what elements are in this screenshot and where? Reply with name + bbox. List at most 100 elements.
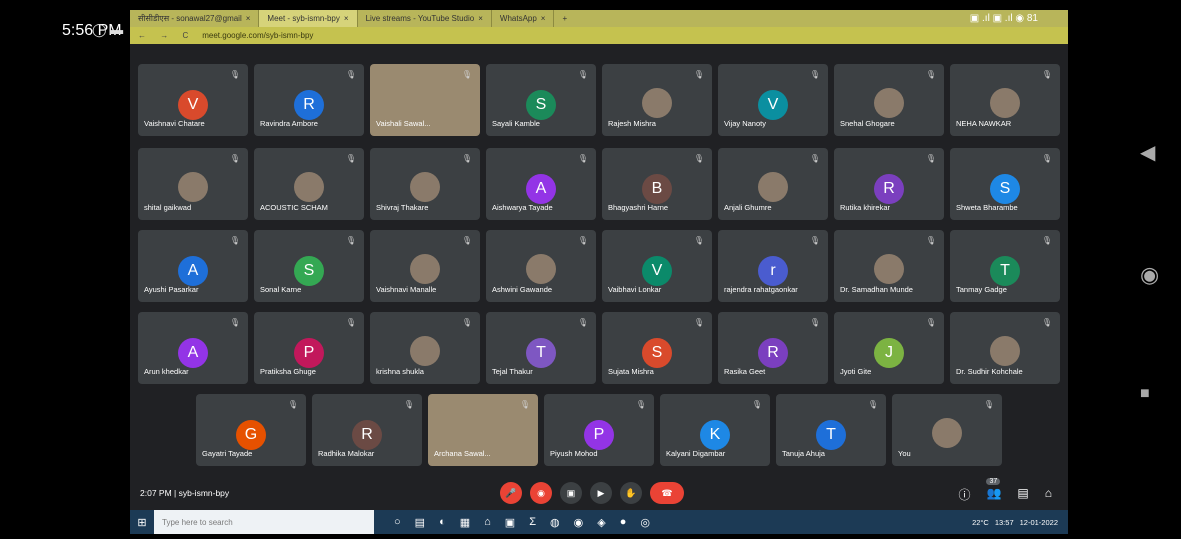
mic-off-icon: 🎙 — [983, 400, 994, 409]
participant-tile[interactable]: 🎙 A Aishwarya Tayade — [486, 148, 596, 220]
mic-off-icon: 🎙 — [461, 236, 472, 245]
mic-off-icon: 🎙 — [345, 154, 356, 163]
raise-hand-button[interactable]: ✋ — [620, 482, 642, 504]
captions-button[interactable]: ▣ — [560, 482, 582, 504]
participant-tile[interactable]: 🎙 Anjali Ghumre — [718, 148, 828, 220]
participant-tile[interactable]: 🎙 T Tanuja Ahuja — [776, 394, 886, 466]
taskbar-app-icon[interactable]: ◎ — [640, 516, 650, 529]
mic-off-icon: 🎙 — [403, 400, 414, 409]
taskbar-app-icon[interactable]: ◍ — [550, 516, 560, 529]
participant-tile[interactable]: 🎙 S Sayali Kamble — [486, 64, 596, 136]
participant-tile[interactable]: 🎙 R Radhika Malokar — [312, 394, 422, 466]
participant-tile[interactable]: 🎙 shital gaikwad — [138, 148, 248, 220]
participant-tile[interactable]: 🎙 Vaishnavi Manalle — [370, 230, 480, 302]
participant-tile[interactable]: 🎙 T Tejal Thakur — [486, 312, 596, 384]
participant-tile[interactable]: 🎙 Vaishali Sawal... — [370, 64, 480, 136]
participant-tile[interactable]: 🎙 r rajendra rahatgaonkar — [718, 230, 828, 302]
participant-tile[interactable]: 🎙 NEHA NAWKAR — [950, 64, 1060, 136]
participant-tile[interactable]: 🎙 R Rasika Geet — [718, 312, 828, 384]
close-icon[interactable]: × — [541, 14, 546, 23]
participant-tile[interactable]: 🎙 ACOUSTIC SCHAM — [254, 148, 364, 220]
close-icon[interactable]: × — [246, 14, 251, 23]
android-status-right: ▣ .ıl ▣ .ıl ◉ 81 — [969, 13, 1038, 24]
taskbar-app-icon[interactable]: ⌂ — [484, 516, 491, 529]
participant-name: Ashwini Gawande — [492, 285, 553, 294]
participant-name: Piyush Mohod — [550, 449, 598, 458]
browser-tab[interactable]: Live streams - YouTube Studio × — [358, 10, 492, 27]
participant-tile[interactable]: 🎙 Dr. Sudhir Kohchale — [950, 312, 1060, 384]
browser-nav-buttons[interactable]: ← → C — [130, 31, 202, 40]
android-back-icon[interactable]: ◀ — [1140, 140, 1155, 165]
android-recents-icon[interactable]: ■ — [1140, 385, 1150, 403]
participant-tile[interactable]: 🎙 Shivraj Thakare — [370, 148, 480, 220]
participant-tile[interactable]: 🎙 A Ayushi Pasarkar — [138, 230, 248, 302]
participant-tile[interactable]: 🎙 Snehal Ghogare — [834, 64, 944, 136]
mic-off-icon: 🎙 — [1041, 70, 1052, 79]
taskbar-app-icon[interactable]: ● — [620, 516, 627, 529]
participant-name: You — [898, 449, 911, 458]
info-icon[interactable]: ⓘ — [958, 486, 970, 503]
participant-name: Shivraj Thakare — [376, 203, 429, 212]
android-home-icon[interactable]: ◉ — [1140, 262, 1159, 288]
participant-tile[interactable]: 🎙 Rajesh Mishra — [602, 64, 712, 136]
end-call-button[interactable]: ☎ — [650, 482, 684, 504]
participant-tile[interactable]: 🎙 V Vijay Nanoty — [718, 64, 828, 136]
participant-tile[interactable]: 🎙 B Bhagyashri Harne — [602, 148, 712, 220]
browser-tab[interactable]: Meet - syb-ismn-bpy × — [259, 10, 358, 27]
people-icon[interactable]: 👥 — [986, 486, 1001, 503]
taskbar-app-icon[interactable]: ▤ — [415, 516, 425, 529]
close-icon[interactable]: × — [344, 14, 349, 23]
participant-tile[interactable]: 🎙 S Sujata Mishra — [602, 312, 712, 384]
browser-tab[interactable]: WhatsApp × — [492, 10, 555, 27]
taskbar-app-icon[interactable]: Σ — [529, 516, 536, 529]
participant-tile[interactable]: 🎙 P Piyush Mohod — [544, 394, 654, 466]
address-bar[interactable]: ← → C meet.google.com/syb-ismn-bpy — [130, 27, 1068, 44]
activities-icon[interactable]: ⌂ — [1045, 486, 1052, 503]
taskbar-app-icon[interactable]: ▦ — [460, 516, 470, 529]
participant-tile[interactable]: 🎙 krishna shukla — [370, 312, 480, 384]
participant-tile[interactable]: 🎙 S Sonal Karne — [254, 230, 364, 302]
participant-tile[interactable]: 🎙 Ashwini Gawande — [486, 230, 596, 302]
participant-tile[interactable]: 🎙 S Shweta Bharambe — [950, 148, 1060, 220]
participant-tile[interactable]: 🎙 V Vaishnavi Chatare — [138, 64, 248, 136]
taskbar-app-icon[interactable]: ▣ — [505, 516, 515, 529]
close-icon[interactable]: × — [478, 14, 483, 23]
participant-tile[interactable]: 🎙 T Tanmay Gadge — [950, 230, 1060, 302]
phone-status-icons: ◯ ▬ — [92, 22, 124, 37]
participant-tile[interactable]: 🎙 Archana Sawal... — [428, 394, 538, 466]
taskbar-app-icon[interactable]: ◐ — [439, 516, 446, 529]
mic-toggle-button[interactable]: 🎤 — [500, 482, 522, 504]
taskbar-app-icon[interactable]: ○ — [394, 516, 401, 529]
url-text[interactable]: meet.google.com/syb-ismn-bpy — [202, 31, 313, 40]
avatar-photo — [294, 172, 324, 202]
browser-tab[interactable]: सीसीडीएस - sonawal27@gmail × — [130, 10, 260, 27]
participant-tile[interactable]: 🎙 R Rutika khirekar — [834, 148, 944, 220]
participant-name: Rajesh Mishra — [608, 119, 656, 128]
start-button[interactable]: ⊞ — [130, 516, 154, 529]
participant-tile[interactable]: 🎙 V Vaibhavi Lonkar — [602, 230, 712, 302]
participant-tile[interactable]: 🎙 K Kalyani Digambar — [660, 394, 770, 466]
participant-tile[interactable]: 🎙 G Gayatri Tayade — [196, 394, 306, 466]
participant-name: Dr. Samadhan Munde — [840, 285, 913, 294]
participant-tile[interactable]: 🎙 You — [892, 394, 1002, 466]
participant-tile[interactable]: 🎙 Dr. Samadhan Munde — [834, 230, 944, 302]
camera-toggle-button[interactable]: ◉ — [530, 482, 552, 504]
new-tab-icon[interactable]: + — [554, 14, 575, 23]
taskbar-search[interactable]: Type here to search — [154, 510, 374, 534]
avatar: S — [526, 90, 556, 120]
participant-tile[interactable]: 🎙 A Arun khedkar — [138, 312, 248, 384]
participant-name: Gayatri Tayade — [202, 449, 253, 458]
taskbar-app-icon[interactable]: ◉ — [574, 516, 584, 529]
participant-tile[interactable]: 🎙 P Pratiksha Ghuge — [254, 312, 364, 384]
participant-tile[interactable]: 🎙 R Ravindra Ambore — [254, 64, 364, 136]
mic-off-icon: 🎙 — [577, 154, 588, 163]
avatar: T — [526, 338, 556, 368]
mic-off-icon: 🎙 — [287, 400, 298, 409]
taskbar-app-icon[interactable]: ◈ — [597, 516, 605, 529]
participant-name: Archana Sawal... — [434, 449, 491, 458]
clock-time: 13:57 — [994, 517, 1014, 527]
participant-tile[interactable]: 🎙 J Jyoti Gite — [834, 312, 944, 384]
chat-icon[interactable]: ▤ — [1017, 486, 1028, 503]
mic-off-icon: 🎙 — [1041, 236, 1052, 245]
present-button[interactable]: ▶ — [590, 482, 612, 504]
